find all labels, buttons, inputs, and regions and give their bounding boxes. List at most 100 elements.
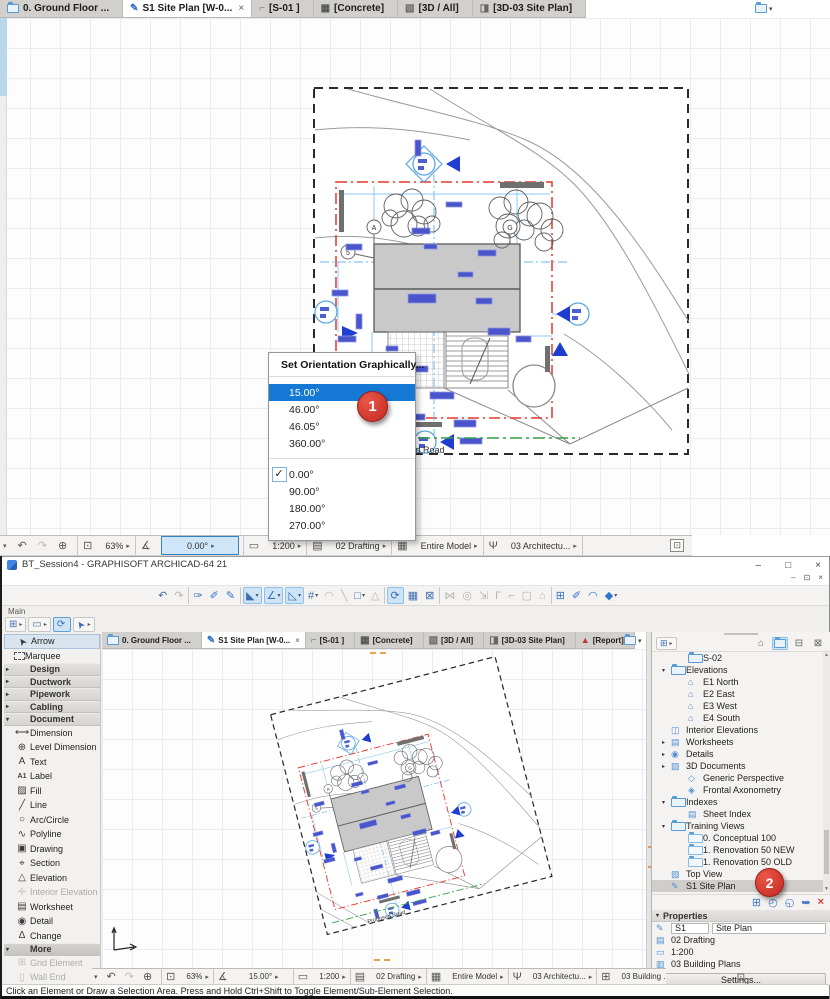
expand-icon[interactable]: ▸ xyxy=(6,666,14,673)
minimize-button[interactable]: – xyxy=(756,560,762,571)
mdi-restore-icon[interactable]: ⊡ xyxy=(804,573,811,582)
mdi-minimize-icon[interactable]: – xyxy=(791,573,795,582)
toolbox-item[interactable]: ⊕ Level Dimension xyxy=(4,740,100,755)
scrollbar-thumb[interactable] xyxy=(0,18,7,96)
toolbox-item[interactable]: ∿ Polyline xyxy=(4,827,100,842)
status-segment[interactable] xyxy=(585,536,668,555)
status-segment[interactable]: ↷ xyxy=(35,536,55,555)
expand-icon[interactable]: ▸ xyxy=(662,763,671,770)
toolbox-item[interactable]: △ Elevation xyxy=(4,871,100,886)
toolbar-button[interactable]: ✐ xyxy=(208,587,222,604)
status-segment[interactable]: Entire Model ▸ xyxy=(448,969,505,984)
tab-overflow-button[interactable]: ▾ xyxy=(624,634,642,645)
toolbar-button[interactable]: ◆ ▾ xyxy=(603,587,619,604)
status-segment[interactable]: ▭ xyxy=(296,969,315,984)
navigator-tree-item[interactable]: ⌂ E1 North xyxy=(652,676,830,688)
toolbox-item[interactable]: ▣ Drawing xyxy=(4,842,100,857)
document-tab[interactable]: ▦ [Concrete] xyxy=(313,0,399,17)
navigator-tree-item[interactable]: ◇ Generic Perspective xyxy=(652,772,830,784)
status-segment[interactable]: ▭ xyxy=(246,536,267,555)
navigator-map-button[interactable]: ⌂ xyxy=(753,637,769,650)
status-segment[interactable] xyxy=(596,969,598,984)
toolbox-item[interactable]: A Text xyxy=(4,755,100,770)
panel-dock-icon[interactable]: ⊡ xyxy=(737,972,745,983)
toolbox-item[interactable]: ▾ More xyxy=(4,943,100,956)
navigator-tree-item[interactable]: S-02 xyxy=(652,652,830,664)
status-segment[interactable] xyxy=(242,536,244,555)
status-segment[interactable] xyxy=(212,969,214,984)
status-segment[interactable]: ▾ xyxy=(0,536,15,555)
expand-icon[interactable]: ▸ xyxy=(6,678,14,685)
toolbox-item[interactable]: ▾ Document xyxy=(4,713,100,726)
toolbar-button[interactable]: ◠ xyxy=(586,587,601,604)
navigator-action-button[interactable]: ➥ xyxy=(801,896,810,909)
navigator-tree-item[interactable]: ▧ Top View xyxy=(652,868,830,880)
status-segment[interactable]: 63% ▸ xyxy=(100,536,133,555)
status-segment[interactable]: 02 Drafting ▸ xyxy=(372,969,424,984)
toolbar-button[interactable]: ↷ xyxy=(172,587,186,604)
toolbar-button[interactable]: Γ xyxy=(493,587,504,604)
navigator-tree-item[interactable]: ⌂ E3 West xyxy=(652,700,830,712)
toolbar-button[interactable]: ✎ xyxy=(224,587,238,604)
document-tab[interactable]: 0. Ground Floor ... xyxy=(102,632,202,648)
status-segment[interactable]: 03 Architectu... ▸ xyxy=(529,969,594,984)
expand-icon[interactable]: ▾ xyxy=(662,667,671,674)
status-segment[interactable] xyxy=(425,969,427,984)
status-segment[interactable] xyxy=(507,969,509,984)
toolbar-button[interactable]: ⌐ xyxy=(506,587,517,604)
toolbox-item[interactable]: ▨ Fill xyxy=(4,784,100,799)
maximize-button[interactable]: □ xyxy=(785,560,791,571)
mini-toolbar-button[interactable]: ➤ ▸ xyxy=(73,616,95,632)
toolbar-button[interactable] xyxy=(188,587,190,604)
view-id-field[interactable]: S1 xyxy=(671,922,709,934)
document-tab[interactable]: ⌐ [S-01 ] xyxy=(305,632,356,648)
toolbar-button[interactable]: ✑ xyxy=(191,587,205,604)
navigator-tree-item[interactable]: ▸ ▤ Worksheets xyxy=(652,736,830,748)
status-segment[interactable]: ↶ xyxy=(105,969,123,984)
document-tab[interactable]: ▧ [3D / All] xyxy=(398,0,473,17)
status-segment[interactable]: 03 Architectu... ▸ xyxy=(506,536,580,555)
orientation-option[interactable]: 90.00° xyxy=(269,483,415,500)
mini-toolbar-button[interactable]: ▭ ▸ xyxy=(28,616,51,632)
expand-icon[interactable]: ▸ xyxy=(662,751,671,758)
status-segment[interactable]: ▦ xyxy=(429,969,448,984)
status-segment[interactable]: 1:200 ▸ xyxy=(315,969,348,984)
drawing-canvas-top[interactable]: Set Orientation Graphically... 15.00° 46… xyxy=(0,18,830,541)
toolbar-button[interactable] xyxy=(550,587,552,604)
status-segment[interactable]: ∡ xyxy=(138,536,159,555)
status-segment[interactable]: 15.00° ▸ xyxy=(235,969,291,984)
navigator-tree-item[interactable]: ▤ Sheet Index xyxy=(652,808,830,820)
status-segment[interactable] xyxy=(134,536,136,555)
toolbox-item[interactable]: Δ Change xyxy=(4,929,100,944)
mini-toolbar-button[interactable]: ⊞ ▸ xyxy=(5,616,27,632)
navigator-tree-item[interactable]: ▸ ◉ Details xyxy=(652,748,830,760)
expand-icon[interactable]: ▸ xyxy=(6,691,14,698)
orientation-option[interactable]: 46.00° xyxy=(269,401,415,418)
navigator-action-button[interactable]: ◴ xyxy=(768,896,778,909)
status-segment[interactable] xyxy=(292,969,294,984)
orientation-option[interactable]: 360.00° xyxy=(269,435,415,452)
navigator-map-button[interactable]: ⊟ xyxy=(791,637,807,650)
document-tab[interactable]: ▧ [3D / All] xyxy=(423,632,485,648)
navigator-tree-item[interactable]: ▸ ▧ 3D Documents xyxy=(652,760,830,772)
navigator-map-button[interactable]: ⊠ xyxy=(810,637,826,650)
toolbar-button[interactable]: ⊠ xyxy=(423,587,437,604)
toolbar-button[interactable]: ⊞ xyxy=(554,587,568,604)
mdi-close-icon[interactable]: × xyxy=(818,573,823,582)
navigator-action-button[interactable]: ⊞ xyxy=(752,896,761,909)
document-tab[interactable]: ✎ S1 Site Plan [W-0... × xyxy=(201,632,306,648)
toolbar-button[interactable]: ▦ xyxy=(406,587,421,604)
document-tab[interactable]: ◨ [3D-03 Site Plan] xyxy=(484,632,576,648)
toolbox-item[interactable]: ▸ Cabling xyxy=(4,700,100,713)
navigator-tree-item[interactable]: ▾ Indexes xyxy=(652,795,830,808)
toolbox-item[interactable]: ⟷ Dimension xyxy=(4,726,100,741)
toolbar-button[interactable]: ◣ ▾ xyxy=(243,587,262,604)
property-scale-row[interactable]: ▭ 1:200 xyxy=(652,946,830,958)
status-segment[interactable] xyxy=(161,969,163,984)
status-segment[interactable] xyxy=(349,969,351,984)
status-segment[interactable]: ⊡ xyxy=(667,536,692,555)
toolbox-item[interactable]: ▸ Pipework xyxy=(4,688,100,701)
toolbar-button[interactable]: ∠ ▾ xyxy=(263,587,284,604)
toolbar-button[interactable]: ╲ xyxy=(339,587,351,604)
status-segment[interactable]: ⊡ xyxy=(164,969,182,984)
